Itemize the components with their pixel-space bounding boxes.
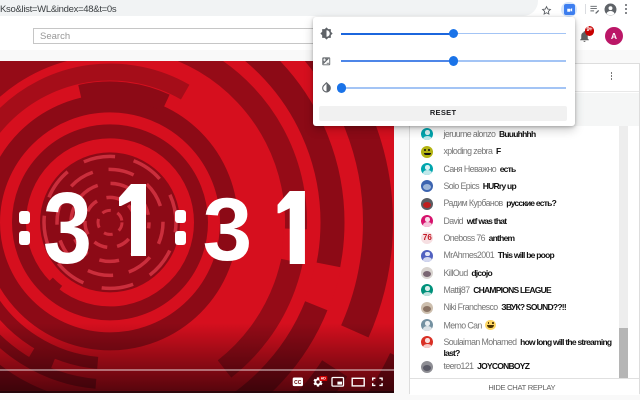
svg-text:CC: CC [294, 379, 302, 385]
svg-text:HD: HD [321, 376, 327, 380]
